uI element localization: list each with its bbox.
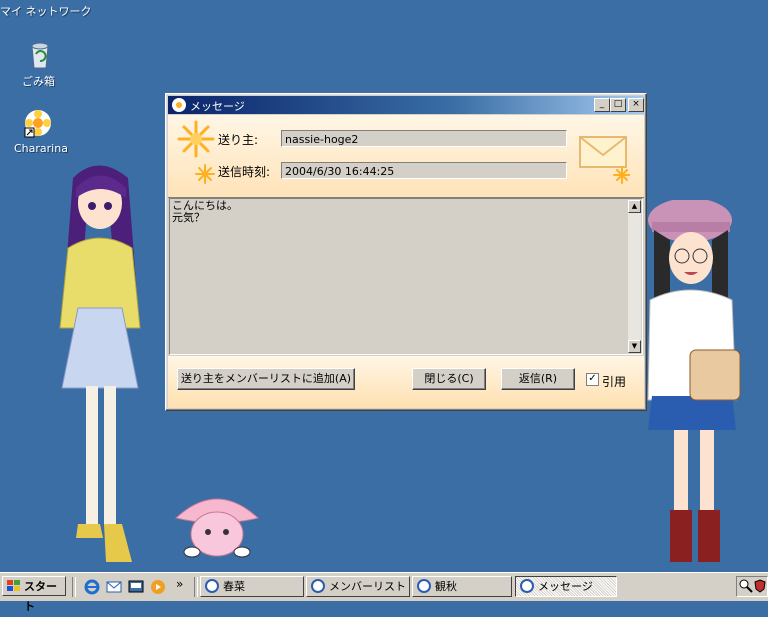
sun-flower-icon [177,120,215,158]
minimize-button[interactable]: _ [594,98,610,112]
recycle-bin-icon[interactable] [24,38,56,70]
windows-logo-icon [7,580,20,591]
kanshu-task-icon [417,579,431,593]
scroll-up-icon[interactable]: ▲ [628,200,641,213]
from-field[interactable]: nassie-hoge2 [281,130,567,147]
maximize-button[interactable]: □ [610,98,626,112]
haruna-task-icon [205,579,219,593]
chararina-icon[interactable] [22,108,54,140]
quote-checkbox[interactable]: ✓ [586,373,599,386]
task-member-list[interactable]: メンバーリスト [306,576,410,597]
title-bar[interactable]: メッセージ _ □ × [168,96,644,114]
reply-button[interactable]: 返信(R) [501,368,575,390]
from-label: 送り主: [218,133,259,147]
message-header: 送り主: nassie-hoge2 送信時刻: 2004/6/30 16:44:… [168,115,644,198]
quick-launch-chevron[interactable]: » [176,577,183,591]
taskbar-separator [194,577,198,597]
my-network-label[interactable]: マイ ネットワーク [0,3,92,19]
girl-purple-hair-character [59,165,141,562]
show-desktop-icon[interactable] [128,579,144,595]
recycle-bin-label[interactable]: ごみ箱 [22,73,55,89]
vertical-scrollbar[interactable]: ▲ ▼ [628,200,641,353]
media-player-icon[interactable] [150,579,166,595]
outlook-express-icon[interactable] [106,579,122,595]
task-haruna[interactable]: 春菜 [200,576,304,597]
taskbar: スタート » 春菜 メンバーリスト 観秋 メッセージ [0,572,768,613]
message-body-text: こんにちは。 元気？ [172,199,238,224]
mushroom-mascot [174,498,260,558]
start-label: スタート [24,580,57,613]
button-bar: 送り主をメンバーリストに追加(A) 閉じる(C) 返信(R) ✓ 引用 [168,356,644,408]
message-body-area[interactable]: こんにちは。 元気？ ▲ ▼ [169,198,643,355]
close-window-button[interactable]: × [628,98,644,112]
time-field[interactable]: 2004/6/30 16:44:25 [281,162,567,179]
task-label: メッセージ [538,580,593,593]
task-label: 春菜 [223,580,245,593]
task-message[interactable]: メッセージ [515,576,617,597]
add-to-member-list-button[interactable]: 送り主をメンバーリストに追加(A) [177,368,355,390]
quote-label[interactable]: 引用 [602,373,626,390]
task-kanshu[interactable]: 観秋 [412,576,512,597]
system-tray [736,576,768,597]
taskbar-separator [72,577,76,597]
small-flower-icon [195,164,215,184]
member-list-task-icon [311,579,325,593]
message-app-icon [172,98,186,112]
envelope-icon [579,136,630,184]
magnifier-tray-icon[interactable] [739,579,753,593]
time-label: 送信時刻: [218,165,271,179]
task-label: 観秋 [435,580,457,593]
message-task-icon [520,579,534,593]
start-button[interactable]: スタート [2,576,66,613]
shield-tray-icon[interactable] [754,579,766,593]
chararina-label[interactable]: Chararina [14,142,68,155]
message-window: メッセージ _ □ × 送り主: nassie-hoge2 送信時刻: 2004… [165,93,647,411]
close-button[interactable]: 閉じる(C) [412,368,486,390]
scroll-down-icon[interactable]: ▼ [628,340,641,353]
girl-glasses-character [647,200,741,562]
internet-explorer-icon[interactable] [84,579,100,595]
task-label: メンバーリスト [329,580,406,593]
window-title: メッセージ [190,100,245,113]
